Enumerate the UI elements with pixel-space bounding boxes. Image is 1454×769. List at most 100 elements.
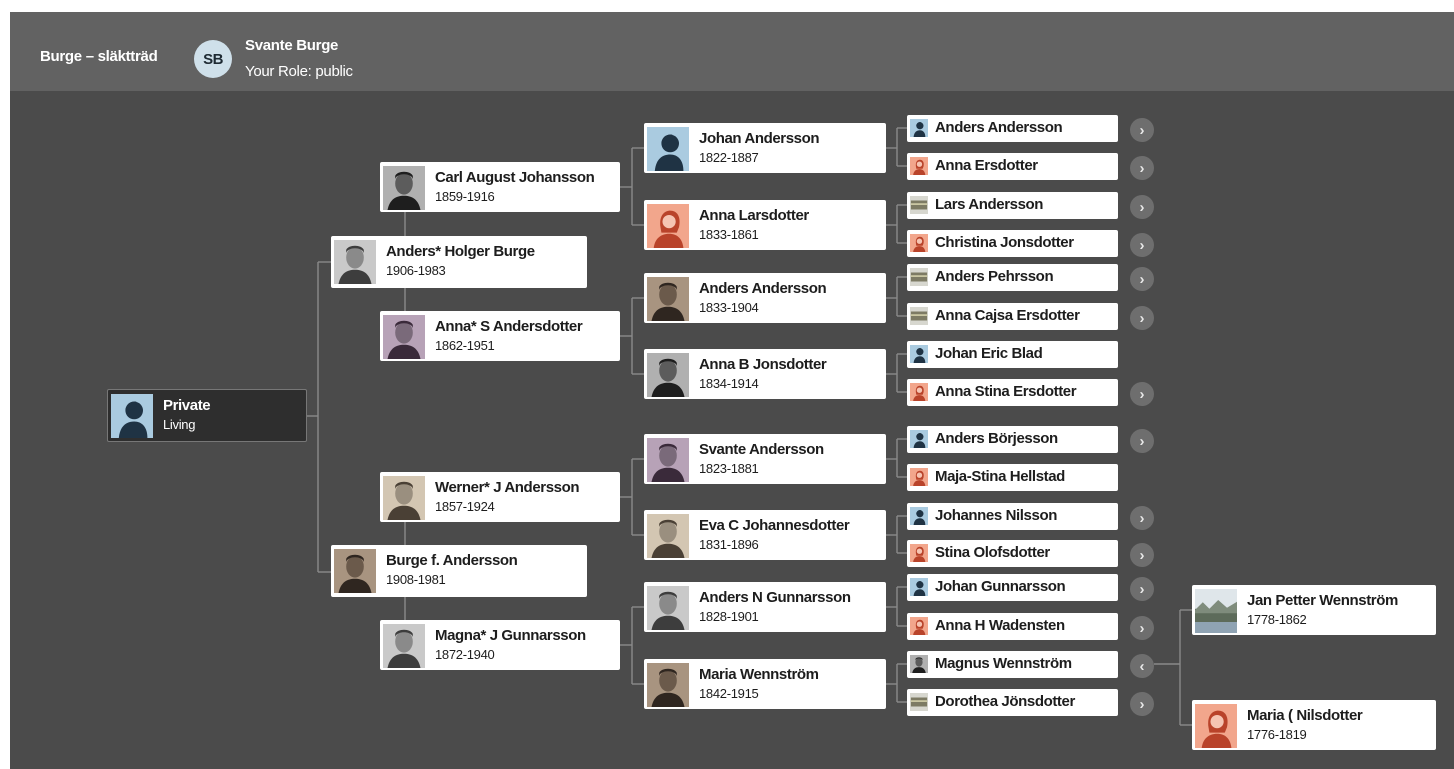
expand-chevron-right-icon[interactable]: › <box>1130 156 1154 180</box>
person-name: Werner* J Andersson <box>435 479 580 496</box>
person-years: 1833-1861 <box>699 227 759 242</box>
expand-chevron-right-icon[interactable]: › <box>1130 118 1154 142</box>
person-card-great-grandparent[interactable]: Anna Larsdotter 1833-1861 <box>644 200 886 250</box>
person-card-grandparent[interactable]: Werner* J Andersson 1857-1924 <box>380 472 620 522</box>
person-card-gen4[interactable]: Stina Olofsdotter <box>907 540 1118 567</box>
person-card-gen4[interactable]: Anders Börjesson <box>907 426 1118 453</box>
person-card-gen4[interactable]: Anna Ersdotter <box>907 153 1118 180</box>
expand-chevron-right-icon[interactable]: › <box>1130 429 1154 453</box>
person-years: 1828-1901 <box>699 609 759 624</box>
person-card-gen4[interactable]: Anders Andersson <box>907 115 1118 142</box>
person-years: 1833-1904 <box>699 300 759 315</box>
portrait-photo <box>910 655 928 673</box>
person-name: Christina Jonsdotter <box>935 234 1074 251</box>
expand-chevron-right-icon[interactable]: › <box>1130 692 1154 716</box>
person-card-great-grandparent[interactable]: Eva C Johannesdotter 1831-1896 <box>644 510 886 560</box>
portrait-photo <box>647 353 689 397</box>
person-years: 1823-1881 <box>699 461 759 476</box>
person-card-gen5[interactable]: Jan Petter Wennström 1778-1862 <box>1192 585 1436 635</box>
person-name: Anders Börjesson <box>935 430 1058 447</box>
portrait-photo <box>647 514 689 558</box>
person-card-mother[interactable]: Burge f. Andersson 1908-1981 <box>331 545 587 597</box>
person-name: Maria ( Nilsdotter <box>1247 707 1363 724</box>
male-silhouette-icon <box>647 127 689 171</box>
person-card-father[interactable]: Anders* Holger Burge 1906-1983 <box>331 236 587 288</box>
person-name: Burge f. Andersson <box>386 552 518 569</box>
person-card-gen4[interactable]: Anna H Wadensten <box>907 613 1118 640</box>
person-card-gen4[interactable]: Dorothea Jönsdotter <box>907 689 1118 716</box>
person-card-gen4[interactable]: Anna Cajsa Ersdotter <box>907 303 1118 330</box>
person-card-great-grandparent[interactable]: Svante Andersson 1823-1881 <box>644 434 886 484</box>
person-name: Johan Andersson <box>699 130 820 147</box>
person-name: Dorothea Jönsdotter <box>935 693 1075 710</box>
person-name: Private <box>163 397 211 414</box>
person-card-gen4[interactable]: Johannes Nilsson <box>907 503 1118 530</box>
person-name: Anna Ersdotter <box>935 157 1038 174</box>
person-name: Maja-Stina Hellstad <box>935 468 1065 485</box>
person-card-gen4[interactable]: Johan Eric Blad <box>907 341 1118 368</box>
person-card-gen4[interactable]: Johan Gunnarsson <box>907 574 1118 601</box>
person-name: Magnus Wennström <box>935 655 1072 672</box>
person-card-great-grandparent[interactable]: Anders Andersson 1833-1904 <box>644 273 886 323</box>
person-name: Maria Wennström <box>699 666 819 683</box>
person-name: Johannes Nilsson <box>935 507 1057 524</box>
expand-chevron-right-icon[interactable]: › <box>1130 382 1154 406</box>
expand-chevron-right-icon[interactable]: › <box>1130 543 1154 567</box>
expand-chevron-right-icon[interactable]: › <box>1130 306 1154 330</box>
document-thumbnail-icon <box>910 307 928 325</box>
person-years: 1872-1940 <box>435 647 495 662</box>
person-name: Anders N Gunnarsson <box>699 589 851 606</box>
person-name: Jan Petter Wennström <box>1247 592 1398 609</box>
person-card-grandparent[interactable]: Anna* S Andersdotter 1862-1951 <box>380 311 620 361</box>
person-card-root[interactable]: Private Living <box>107 389 307 442</box>
person-years: 1857-1924 <box>435 499 495 514</box>
female-silhouette-icon <box>910 383 928 401</box>
person-name: Svante Andersson <box>699 441 824 458</box>
person-card-gen4[interactable]: Lars Andersson <box>907 192 1118 219</box>
person-card-grandparent[interactable]: Carl August Johansson 1859-1916 <box>380 162 620 212</box>
person-card-gen4[interactable]: Maja-Stina Hellstad <box>907 464 1118 491</box>
person-card-gen4[interactable]: Anna Stina Ersdotter <box>907 379 1118 406</box>
person-years: 1831-1896 <box>699 537 759 552</box>
person-card-gen4[interactable]: Christina Jonsdotter <box>907 230 1118 257</box>
person-name: Eva C Johannesdotter <box>699 517 850 534</box>
person-name: Anders Pehrsson <box>935 268 1054 285</box>
female-silhouette-icon <box>910 157 928 175</box>
tree-app: Burge – släktträd SB Svante Burge Your R… <box>10 12 1454 769</box>
person-years: 1842-1915 <box>699 686 759 701</box>
expand-chevron-right-icon[interactable]: › <box>1130 577 1154 601</box>
expand-chevron-right-icon[interactable]: › <box>1130 267 1154 291</box>
male-silhouette-icon <box>910 119 928 137</box>
landscape-photo <box>1195 589 1237 633</box>
person-name: Anna* S Andersdotter <box>435 318 583 335</box>
expand-chevron-right-icon[interactable]: › <box>1130 506 1154 530</box>
person-card-gen4[interactable]: Anders Pehrsson <box>907 264 1118 291</box>
portrait-photo <box>383 166 425 210</box>
person-card-great-grandparent[interactable]: Anders N Gunnarsson 1828-1901 <box>644 582 886 632</box>
expand-chevron-right-icon[interactable]: › <box>1130 195 1154 219</box>
person-years: 1776-1819 <box>1247 727 1307 742</box>
female-silhouette-icon <box>910 468 928 486</box>
person-card-gen4[interactable]: Magnus Wennström <box>907 651 1118 678</box>
person-card-grandparent[interactable]: Magna* J Gunnarsson 1872-1940 <box>380 620 620 670</box>
person-years: 1862-1951 <box>435 338 495 353</box>
person-years: 1822-1887 <box>699 150 759 165</box>
expand-chevron-right-icon[interactable]: › <box>1130 616 1154 640</box>
expand-chevron-right-icon[interactable]: › <box>1130 233 1154 257</box>
person-card-great-grandparent[interactable]: Anna B Jonsdotter 1834-1914 <box>644 349 886 399</box>
person-name: Carl August Johansson <box>435 169 595 186</box>
person-name: Stina Olofsdotter <box>935 544 1050 561</box>
person-card-gen5[interactable]: Maria ( Nilsdotter 1776-1819 <box>1192 700 1436 750</box>
collapse-chevron-left-icon[interactable]: ‹ <box>1130 654 1154 678</box>
female-silhouette-icon <box>910 544 928 562</box>
person-name: Johan Gunnarsson <box>935 578 1066 595</box>
person-card-great-grandparent[interactable]: Maria Wennström 1842-1915 <box>644 659 886 709</box>
person-name: Magna* J Gunnarsson <box>435 627 586 644</box>
portrait-photo <box>383 624 425 668</box>
portrait-photo <box>647 586 689 630</box>
person-name: Anna B Jonsdotter <box>699 356 827 373</box>
person-card-great-grandparent[interactable]: Johan Andersson 1822-1887 <box>644 123 886 173</box>
person-years: 1834-1914 <box>699 376 759 391</box>
female-silhouette-icon <box>910 617 928 635</box>
female-silhouette-icon <box>910 234 928 252</box>
